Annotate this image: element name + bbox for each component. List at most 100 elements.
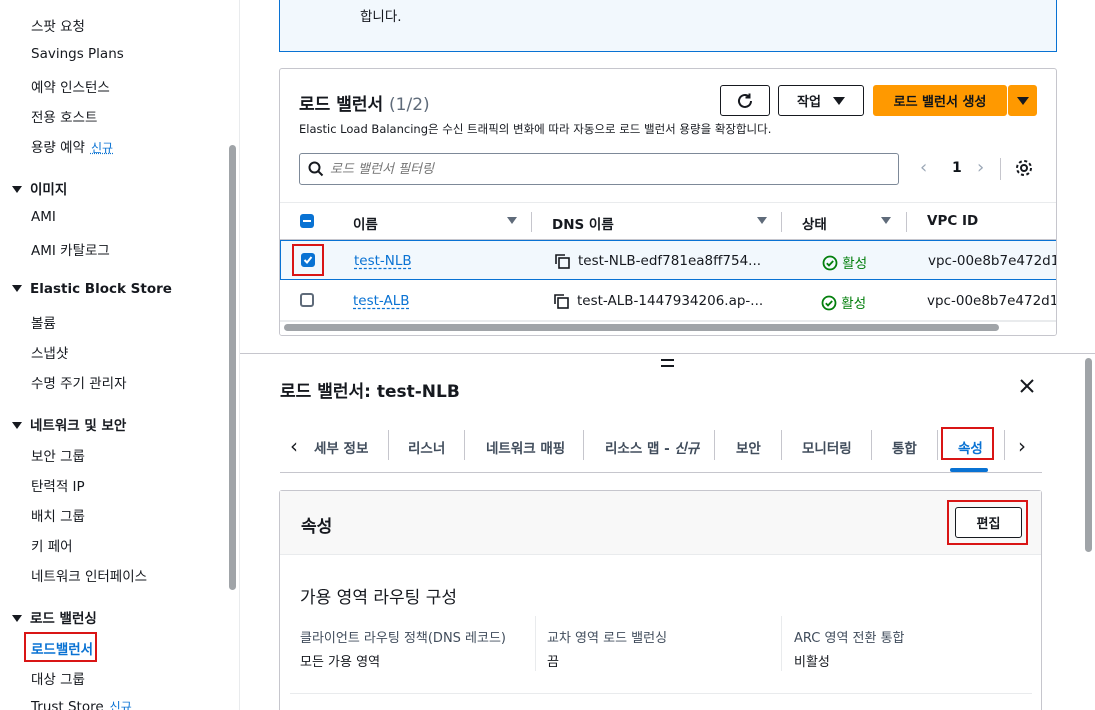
new-badge[interactable]: 신규	[110, 700, 132, 710]
sort-icon[interactable]	[881, 217, 891, 224]
active-tab-indicator	[950, 468, 988, 472]
sidebar-item-target-groups[interactable]: 대상 그룹	[31, 668, 85, 688]
table-scrollbar-thumb[interactable]	[284, 324, 999, 331]
kv-value: 끔	[547, 655, 559, 670]
selection-count: (1/2)	[389, 95, 430, 115]
actions-button[interactable]: 작업	[778, 85, 864, 116]
sidebar-item-ami[interactable]: AMI	[31, 209, 56, 225]
pagination-prev-icon[interactable]: ‹	[920, 157, 927, 178]
section-title: 이미지	[30, 182, 68, 198]
column-divider	[535, 616, 536, 671]
sidebar-item-elastic-ips[interactable]: 탄력적 IP	[31, 475, 85, 495]
status-badge: 활성	[821, 292, 866, 312]
caret-down-icon	[12, 285, 22, 292]
sidebar-item-trust-stores[interactable]: Trust Store 신규	[31, 698, 132, 710]
section-title: 네트워크 및 보안	[30, 418, 127, 434]
pagination-divider	[1000, 158, 1001, 180]
vpc-id: vpc-00e8b7e472d15	[928, 253, 1057, 269]
gear-icon[interactable]	[1015, 159, 1033, 177]
column-header-status[interactable]: 상태	[802, 213, 827, 233]
chevron-right-icon[interactable]: ›	[1018, 434, 1026, 458]
create-dropdown-button[interactable]	[1008, 85, 1037, 116]
highlight-outline	[24, 632, 97, 662]
tab-network-mapping[interactable]: 네트워크 매핑	[486, 437, 565, 457]
caret-down-icon	[12, 186, 22, 193]
search-icon	[308, 161, 324, 177]
row-checkbox[interactable]	[300, 293, 314, 307]
sidebar-item-snapshots[interactable]: 스냅샷	[31, 342, 68, 362]
sidebar-item-lifecycle-manager[interactable]: 수명 주기 관리자	[31, 372, 127, 392]
detail-title: 로드 밸런서: test-NLB	[280, 382, 460, 402]
lb-name-link[interactable]: test-ALB	[353, 293, 410, 309]
load-balancer-table-panel: 로드 밸런서 (1/2) Elastic Load Balancing은 수신 …	[279, 68, 1057, 336]
tab-new-label: 신규	[674, 441, 700, 457]
attributes-panel: 속성 편집 가용 영역 라우팅 구성 클라이언트 라우팅 정책(DNS 레코드)…	[279, 490, 1042, 710]
sidebar-item-volumes[interactable]: 볼륨	[31, 312, 56, 332]
sidebar-section-images[interactable]: 이미지	[12, 178, 67, 198]
attributes-header: 속성 편집	[280, 491, 1041, 555]
column-divider[interactable]	[531, 212, 532, 232]
resize-handle-icon[interactable]	[661, 359, 674, 367]
sidebar-item-label: 용량 예약	[31, 140, 85, 156]
new-badge[interactable]: 신규	[91, 141, 113, 155]
column-divider[interactable]	[906, 212, 907, 232]
sidebar-section-network-security[interactable]: 네트워크 및 보안	[12, 414, 126, 434]
refresh-button[interactable]	[720, 85, 770, 116]
close-icon[interactable]	[1018, 377, 1036, 395]
tab-details[interactable]: 세부 정보	[314, 437, 368, 457]
tab-divider	[388, 430, 389, 460]
pagination-page[interactable]: 1	[952, 160, 962, 176]
copy-icon[interactable]	[553, 293, 569, 309]
copy-icon[interactable]	[554, 253, 570, 269]
sidebar-item-security-groups[interactable]: 보안 그룹	[31, 445, 85, 465]
check-circle-icon	[821, 295, 837, 311]
sidebar-section-load-balancing[interactable]: 로드 밸런싱	[12, 607, 97, 627]
pagination-next-icon[interactable]: ›	[977, 157, 984, 178]
detail-scrollbar-thumb[interactable]	[1085, 358, 1092, 552]
tab-resource-map[interactable]: 리소스 맵 - 신규	[605, 437, 699, 457]
panel-description: Elastic Load Balancing은 수신 트래픽의 변화에 따라 자…	[299, 122, 772, 136]
sidebar-item-placement-groups[interactable]: 배치 그룹	[31, 505, 85, 525]
sidebar-item-dedicated-hosts[interactable]: 전용 호스트	[31, 106, 97, 126]
tab-divider	[937, 430, 938, 460]
table-row[interactable]: test-ALB test-ALB-1447934206.ap-... 활성 v…	[280, 281, 1056, 321]
info-alert: 합니다.	[279, 0, 1057, 52]
highlight-outline	[947, 500, 1028, 545]
tab-label: 리소스 맵 -	[605, 441, 675, 457]
filter-input[interactable]	[330, 160, 880, 178]
tab-listeners[interactable]: 리스너	[408, 437, 445, 457]
sort-icon[interactable]	[757, 217, 767, 224]
status-text: 활성	[841, 296, 867, 312]
filter-box[interactable]	[299, 153, 899, 185]
sidebar-item-network-interfaces[interactable]: 네트워크 인터페이스	[31, 565, 147, 585]
column-divider[interactable]	[781, 212, 782, 232]
kv-value: 모든 가용 영역	[300, 655, 381, 670]
sidebar-item-ami-catalog[interactable]: AMI 카탈로그	[31, 239, 110, 259]
sidebar-item-key-pairs[interactable]: 키 페어	[31, 535, 73, 555]
info-text: 합니다.	[360, 9, 402, 25]
section-title: Elastic Block Store	[30, 281, 172, 297]
tab-integrations[interactable]: 통합	[892, 437, 917, 457]
tab-monitoring[interactable]: 모니터링	[802, 437, 852, 457]
sidebar-section-ebs[interactable]: Elastic Block Store	[12, 281, 172, 297]
sidebar-item-reserved-instances[interactable]: 예약 인스턴스	[31, 76, 110, 96]
dns-name: test-ALB-1447934206.ap-...	[577, 293, 764, 309]
sort-icon[interactable]	[507, 217, 517, 224]
column-divider	[781, 616, 782, 671]
sidebar-item-spot-requests[interactable]: 스팟 요청	[31, 15, 85, 35]
lb-name-link[interactable]: test-NLB	[354, 253, 412, 269]
table-row[interactable]: test-NLB test-NLB-edf781ea8ff754... 활성 v…	[280, 240, 1057, 280]
divider	[290, 693, 1032, 694]
sidebar-item-capacity-reservations[interactable]: 용량 예약 신규	[31, 136, 113, 156]
caret-down-icon	[1016, 96, 1029, 105]
status-badge: 활성	[822, 252, 867, 272]
create-load-balancer-button[interactable]: 로드 밸런서 생성	[873, 85, 1007, 116]
sidebar-scrollbar-thumb[interactable]	[229, 145, 236, 590]
chevron-left-icon[interactable]: ‹	[290, 434, 298, 458]
tab-security[interactable]: 보안	[736, 437, 761, 457]
column-header-dns[interactable]: DNS 이름	[552, 213, 614, 233]
select-all-checkbox[interactable]	[300, 214, 314, 228]
column-header-vpc-id[interactable]: VPC ID	[927, 213, 978, 229]
column-header-name[interactable]: 이름	[353, 213, 378, 233]
sidebar-item-savings-plans[interactable]: Savings Plans	[31, 46, 124, 62]
